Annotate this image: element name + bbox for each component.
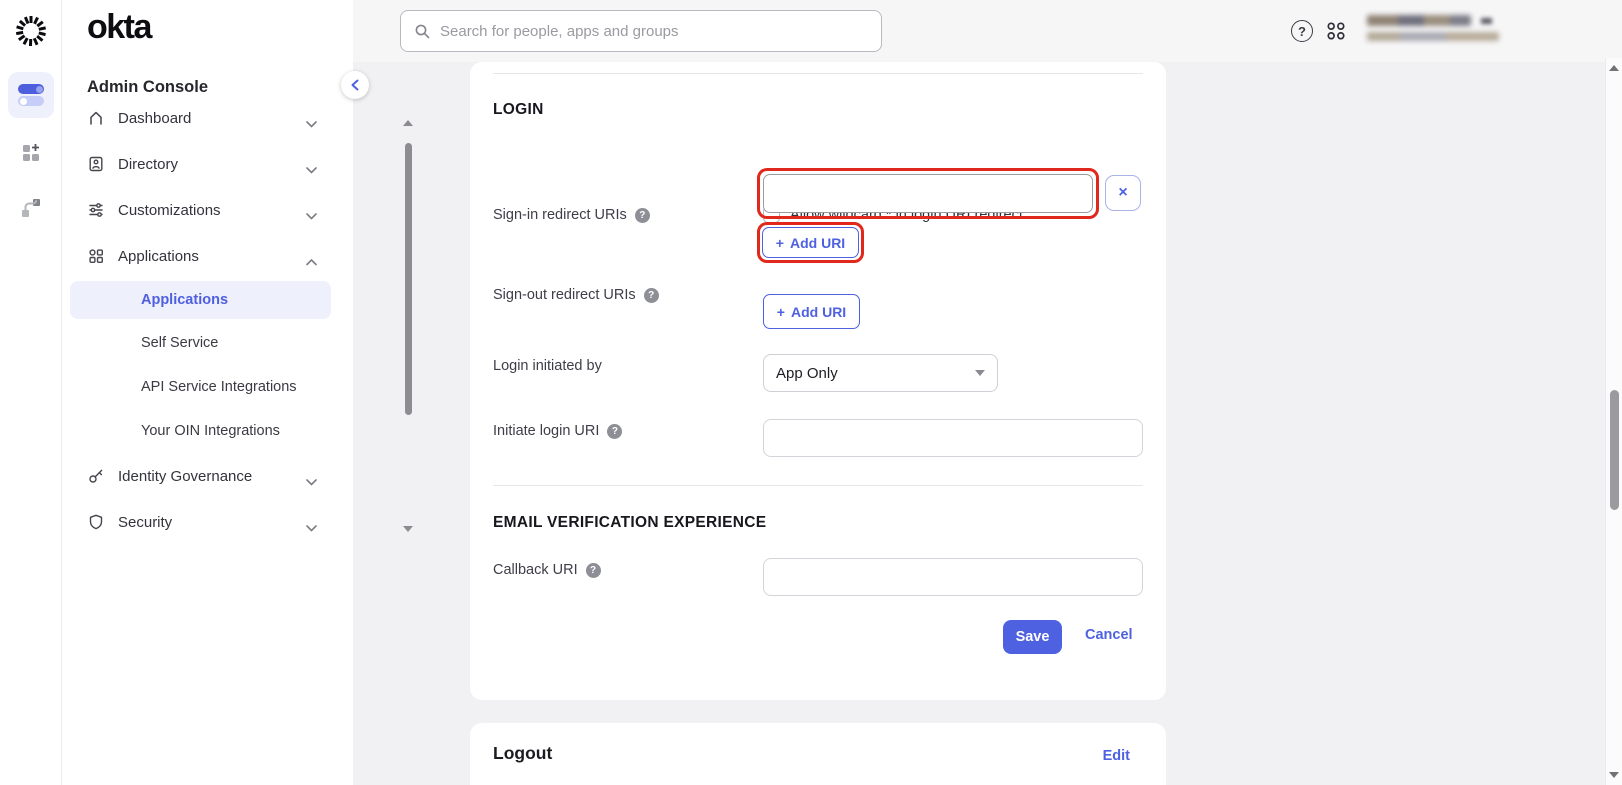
sidebar-subitem-your-oin-integrations[interactable]: Your OIN Integrations: [70, 409, 331, 453]
chevron-left-icon: [351, 79, 359, 91]
search-icon: [414, 23, 431, 40]
global-search[interactable]: [400, 10, 882, 52]
help-tooltip-icon[interactable]: ?: [635, 208, 650, 223]
sidebar-item-label: Dashboard: [118, 110, 191, 127]
main-area: ? LOGIN Sign-in redirect URIs ? Allow wi…: [353, 0, 1622, 785]
signin-redirect-uris-label: Sign-in redirect URIs ?: [493, 207, 650, 223]
key-icon: [87, 467, 105, 485]
signin-uri-input-highlight-annotation: [757, 168, 1099, 219]
login-initiated-by-select[interactable]: App Only: [763, 354, 998, 392]
search-input[interactable]: [440, 23, 881, 40]
sidebar-item-label: Customizations: [118, 202, 221, 219]
sidebar-scrollbar-thumb[interactable]: [405, 143, 412, 415]
sidebar-item-security[interactable]: Security: [62, 499, 353, 541]
callback-uri-label: Callback URI ?: [493, 562, 601, 578]
scroll-up-arrow[interactable]: [1609, 65, 1619, 71]
sidebar-item-dashboard[interactable]: Dashboard: [62, 105, 353, 141]
logout-edit-link[interactable]: Edit: [1103, 748, 1130, 764]
sidebar-subitem-api-service-integrations[interactable]: API Service Integrations: [70, 365, 331, 409]
page-scrollbar[interactable]: [1605, 58, 1622, 785]
help-tooltip-icon[interactable]: ?: [607, 424, 622, 439]
general-settings-card: LOGIN Sign-in redirect URIs ? Allow wild…: [470, 62, 1166, 700]
user-menu-chevron: [1481, 18, 1492, 24]
page-scrollbar-thumb[interactable]: [1610, 390, 1619, 510]
signin-redirect-uri-input[interactable]: [763, 174, 1093, 213]
signout-redirect-uris-label: Sign-out redirect URIs ?: [493, 287, 659, 303]
logout-card: Logout Edit: [470, 723, 1166, 785]
login-initiated-by-label: Login initiated by: [493, 358, 602, 374]
sidebar-item-label: Applications: [118, 248, 199, 265]
sliders-icon: [87, 201, 105, 219]
section-divider: [493, 73, 1143, 74]
home-icon: [87, 109, 105, 127]
select-caret-icon: [975, 370, 985, 376]
chevron-down-icon: [306, 207, 317, 225]
add-uri-button-highlight-annotation: +Add URI: [757, 222, 864, 263]
sidebar-item-label: Security: [118, 514, 172, 531]
plus-icon: +: [776, 235, 784, 251]
toggles-icon: [17, 83, 45, 107]
sidebar-nav: Dashboard Directory: [62, 105, 353, 541]
cancel-button[interactable]: Cancel: [1085, 627, 1133, 643]
help-tooltip-icon[interactable]: ?: [644, 288, 659, 303]
sidebar-item-customizations[interactable]: Customizations: [62, 187, 353, 233]
sidebar-collapse-button[interactable]: [341, 71, 369, 99]
user-account-menu[interactable]: [1367, 13, 1517, 49]
icon-rail: [0, 0, 62, 785]
initiate-login-uri-label: Initiate login URI ?: [493, 423, 622, 439]
chevron-up-icon: [306, 253, 317, 271]
sidebar: okta Admin Console Dashboard: [62, 0, 353, 785]
org-name-redacted: [1367, 32, 1499, 41]
okta-spinner-logo: [13, 13, 49, 49]
section-divider: [493, 485, 1143, 486]
top-header: ?: [353, 0, 1622, 62]
directory-icon: [87, 155, 105, 173]
callback-uri-input[interactable]: [763, 558, 1143, 596]
workflows-rail-icon[interactable]: [19, 196, 43, 220]
close-icon: ×: [1118, 184, 1127, 202]
app-switcher-icon[interactable]: [1326, 21, 1346, 41]
help-icon[interactable]: ?: [1291, 20, 1313, 42]
remove-uri-button[interactable]: ×: [1105, 175, 1141, 211]
login-section-heading: LOGIN: [493, 101, 544, 119]
save-button[interactable]: Save: [1003, 620, 1062, 654]
add-apps-rail-icon[interactable]: [19, 140, 43, 164]
sidebar-scroll-down-arrow[interactable]: [403, 526, 413, 532]
okta-wordmark: okta: [87, 8, 151, 47]
logout-section-title: Logout: [493, 743, 552, 764]
apps-grid-icon: [87, 247, 105, 265]
chevron-down-icon: [306, 115, 317, 133]
signout-add-uri-button[interactable]: +Add URI: [763, 294, 860, 329]
sidebar-item-identity-governance[interactable]: Identity Governance: [62, 453, 353, 499]
email-verification-heading: EMAIL VERIFICATION EXPERIENCE: [493, 514, 766, 532]
sidebar-item-label: Directory: [118, 156, 178, 173]
console-title: Admin Console: [87, 78, 208, 97]
user-name-redacted: [1367, 15, 1471, 26]
plus-icon: +: [777, 304, 785, 320]
sidebar-subitem-self-service[interactable]: Self Service: [70, 321, 331, 365]
scroll-down-arrow[interactable]: [1609, 772, 1619, 778]
sidebar-item-applications[interactable]: Applications: [62, 233, 353, 279]
initiate-login-uri-input[interactable]: [763, 419, 1143, 457]
chevron-down-icon: [306, 519, 317, 537]
shield-icon: [87, 513, 105, 531]
sidebar-scroll-up-arrow[interactable]: [403, 120, 413, 126]
help-tooltip-icon[interactable]: ?: [586, 563, 601, 578]
chevron-down-icon: [306, 161, 317, 179]
chevron-down-icon: [306, 473, 317, 491]
sidebar-item-label: Identity Governance: [118, 468, 252, 485]
admin-console-rail-button[interactable]: [8, 72, 54, 118]
sidebar-item-directory[interactable]: Directory: [62, 141, 353, 187]
sidebar-subitem-applications[interactable]: Applications: [70, 281, 331, 319]
signin-add-uri-button[interactable]: +Add URI: [762, 227, 859, 258]
